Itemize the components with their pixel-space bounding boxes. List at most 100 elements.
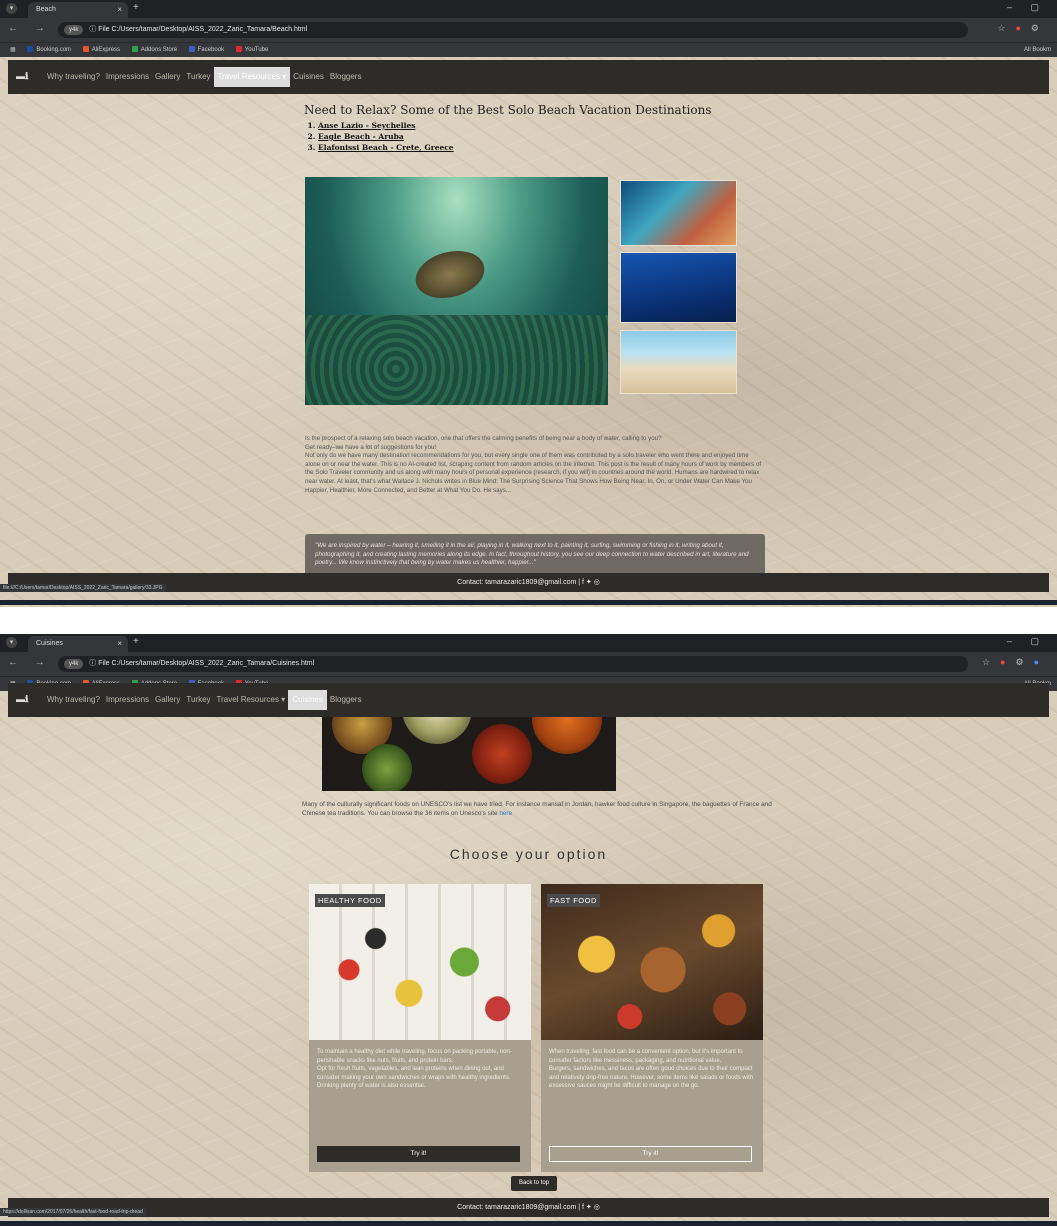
beach-page-screenshot: ▾ Beach × + – ▢ ← → ⟳ y4k ⓘ File C:/User… <box>0 0 1057 607</box>
url-input[interactable]: y4k ⓘ File C:/Users/tamar/Desktop/AISS_2… <box>58 656 968 672</box>
page-title: Need to Relax? Some of the Best Solo Bea… <box>304 103 712 117</box>
browser-address-bar: ← → ⟳ y4k ⓘ File C:/Users/tamar/Desktop/… <box>0 652 1057 676</box>
extension-icon[interactable]: ● <box>1015 23 1030 33</box>
blockquote: "We are inspired by water – hearing it, … <box>305 534 765 576</box>
try-it-button-healthy[interactable]: Try it! <box>317 1146 520 1162</box>
puzzle-icon[interactable]: ⚙ <box>1015 657 1033 667</box>
tab-search-icon[interactable]: ▾ <box>6 3 17 14</box>
nav-cuisines[interactable]: Cuisines <box>290 60 327 94</box>
url-input[interactable]: y4k ⓘ File C:/Users/tamar/Desktop/AISS_2… <box>58 22 968 38</box>
apps-grid-icon[interactable]: ▦ <box>10 43 16 57</box>
window-controls[interactable]: – ▢ <box>1007 2 1047 13</box>
star-icon[interactable]: ☆ <box>982 657 1000 667</box>
nav-cuisines[interactable]: Cuisines <box>288 690 327 710</box>
site-navbar: ▬ℹ Why traveling? Impressions Gallery Tu… <box>8 60 1049 94</box>
healthy-food-card: HEALTHY FOOD To maintain a healthy diet … <box>309 884 531 1172</box>
status-link-preview: file:///C:/Users/tamar/Desktop/AISS_2022… <box>0 584 166 592</box>
site-footer: Contact: tamarazaric1809@gmail.com | f ✦… <box>8 1198 1049 1217</box>
window-controls[interactable]: – ▢ <box>1007 636 1047 647</box>
try-it-button-fast[interactable]: Try it! <box>549 1146 752 1162</box>
card-description: To maintain a healthy diet while traveli… <box>317 1049 512 1090</box>
intro-paragraph: Is the prospect of a relaxing solo beach… <box>305 435 765 495</box>
choose-option-heading: Choose your option <box>449 846 608 862</box>
browser-tab-bar: ▾ Cuisines × + – ▢ <box>0 634 1057 652</box>
turtle-shape <box>410 243 490 306</box>
profile-avatar-icon[interactable]: ● <box>1034 657 1049 667</box>
card-description: When traveling, fast food can be a conve… <box>549 1049 754 1090</box>
nav-why-traveling[interactable]: Why traveling? <box>44 683 103 717</box>
site-nav-items: Why traveling? Impressions Gallery Turke… <box>44 683 364 717</box>
site-logo[interactable]: ▬ℹ <box>16 694 28 705</box>
all-bookmarks[interactable]: All Bookm <box>1024 43 1051 57</box>
nav-bloggers[interactable]: Bloggers <box>327 683 365 717</box>
fast-food-card: FAST FOOD When traveling, fast food can … <box>541 884 763 1172</box>
profile-chip[interactable]: y4k <box>64 659 84 669</box>
reef-shape <box>305 315 608 405</box>
back-to-top-button[interactable]: Back to top <box>511 1176 557 1191</box>
bookmark-aliexpress[interactable]: AliExpress <box>82 43 121 57</box>
profile-chip[interactable]: y4k <box>64 25 84 35</box>
bookmark-label: AliExpress <box>91 47 121 53</box>
nav-gallery[interactable]: Gallery <box>152 683 183 717</box>
bookmark-addons-store[interactable]: Addons Store <box>131 43 177 57</box>
site-logo[interactable]: ▬ℹ <box>16 71 28 82</box>
nav-why-traveling[interactable]: Why traveling? <box>44 60 103 94</box>
coral-reef-thumbnail[interactable] <box>620 180 737 246</box>
tab-close-icon[interactable]: × <box>117 636 122 652</box>
destination-link-elafonissi[interactable]: Elafonissi Beach - Crete, Greece <box>318 142 454 153</box>
destination-link-anse-lazio[interactable]: Anse Lazio - Seychelles <box>318 120 454 131</box>
addons-icon <box>131 46 138 53</box>
nav-bloggers[interactable]: Bloggers <box>327 60 365 94</box>
destination-list: Anse Lazio - Seychelles Eagle Beach - Ar… <box>304 120 454 153</box>
beach-shells-thumbnail[interactable] <box>620 330 737 394</box>
tab-title: Cuisines <box>36 640 63 647</box>
new-tab-button[interactable]: + <box>133 636 139 647</box>
facebook-icon <box>188 46 195 53</box>
tab-title: Beach <box>36 6 56 13</box>
aliexpress-icon <box>82 46 89 53</box>
nav-travel-resources[interactable]: Travel Resources ▾ <box>213 67 291 87</box>
browser-tab-bar: ▾ Beach × + – ▢ <box>0 0 1057 18</box>
url-text: C:/Users/tamar/Desktop/AISS_2022_Zaric_T… <box>111 660 315 667</box>
nav-impressions[interactable]: Impressions <box>103 683 152 717</box>
bookmark-label: Booking.com <box>36 47 72 53</box>
tab-close-icon[interactable]: × <box>117 2 122 18</box>
food-bowl-shape <box>472 724 532 784</box>
nav-turkey[interactable]: Turkey <box>183 683 213 717</box>
paragraph-line: Is the prospect of a relaxing solo beach… <box>305 435 662 442</box>
status-link-preview: https://dollisan.com/2017/07/26/health/f… <box>0 1208 146 1216</box>
nav-gallery[interactable]: Gallery <box>152 60 183 94</box>
bookmarks-bar: ▦ Booking.com AliExpress Addons Store Fa… <box>0 42 1057 57</box>
paragraph-line: Not only do we have many destination rec… <box>305 452 762 494</box>
browser-tab-beach[interactable]: Beach × <box>28 2 128 18</box>
sea-turtle-image[interactable] <box>305 177 608 405</box>
bookmark-youtube[interactable]: YouTube <box>235 43 268 57</box>
booking-icon <box>27 46 34 53</box>
file-indicator: ⓘ File <box>89 26 110 33</box>
bookmark-booking[interactable]: Booking.com <box>27 43 71 57</box>
destination-link-eagle-beach[interactable]: Eagle Beach - Aruba <box>318 131 454 142</box>
card-badge: FAST FOOD <box>547 894 600 907</box>
youtube-icon <box>235 46 242 53</box>
site-nav-items: Why traveling? Impressions Gallery Turke… <box>44 60 364 94</box>
healthy-food-image <box>309 884 531 1040</box>
browser-address-bar: ← → ⟳ y4k ⓘ File C:/Users/tamar/Desktop/… <box>0 18 1057 42</box>
bookmark-facebook[interactable]: Facebook <box>188 43 225 57</box>
card-badge: HEALTHY FOOD <box>315 894 385 907</box>
extension-icon[interactable]: ● <box>1000 657 1015 667</box>
browser-tab-cuisines[interactable]: Cuisines × <box>28 636 128 652</box>
unesco-link[interactable]: here <box>499 810 512 817</box>
paragraph-line: Get ready–we have a lot of suggestions f… <box>305 443 437 451</box>
nav-turkey[interactable]: Turkey <box>183 60 213 94</box>
star-icon[interactable]: ☆ <box>997 23 1015 33</box>
nav-impressions[interactable]: Impressions <box>103 60 152 94</box>
whale-thumbnail[interactable] <box>620 252 737 323</box>
os-taskbar <box>0 1221 1057 1226</box>
puzzle-icon[interactable]: ⚙ <box>1031 23 1049 33</box>
file-indicator: ⓘ File <box>89 660 110 667</box>
bookmark-label: Facebook <box>197 47 225 53</box>
nav-travel-resources[interactable]: Travel Resources ▾ <box>214 683 289 717</box>
url-text: C:/Users/tamar/Desktop/AISS_2022_Zaric_T… <box>111 26 308 33</box>
tab-search-icon[interactable]: ▾ <box>6 637 17 648</box>
new-tab-button[interactable]: + <box>133 2 139 13</box>
